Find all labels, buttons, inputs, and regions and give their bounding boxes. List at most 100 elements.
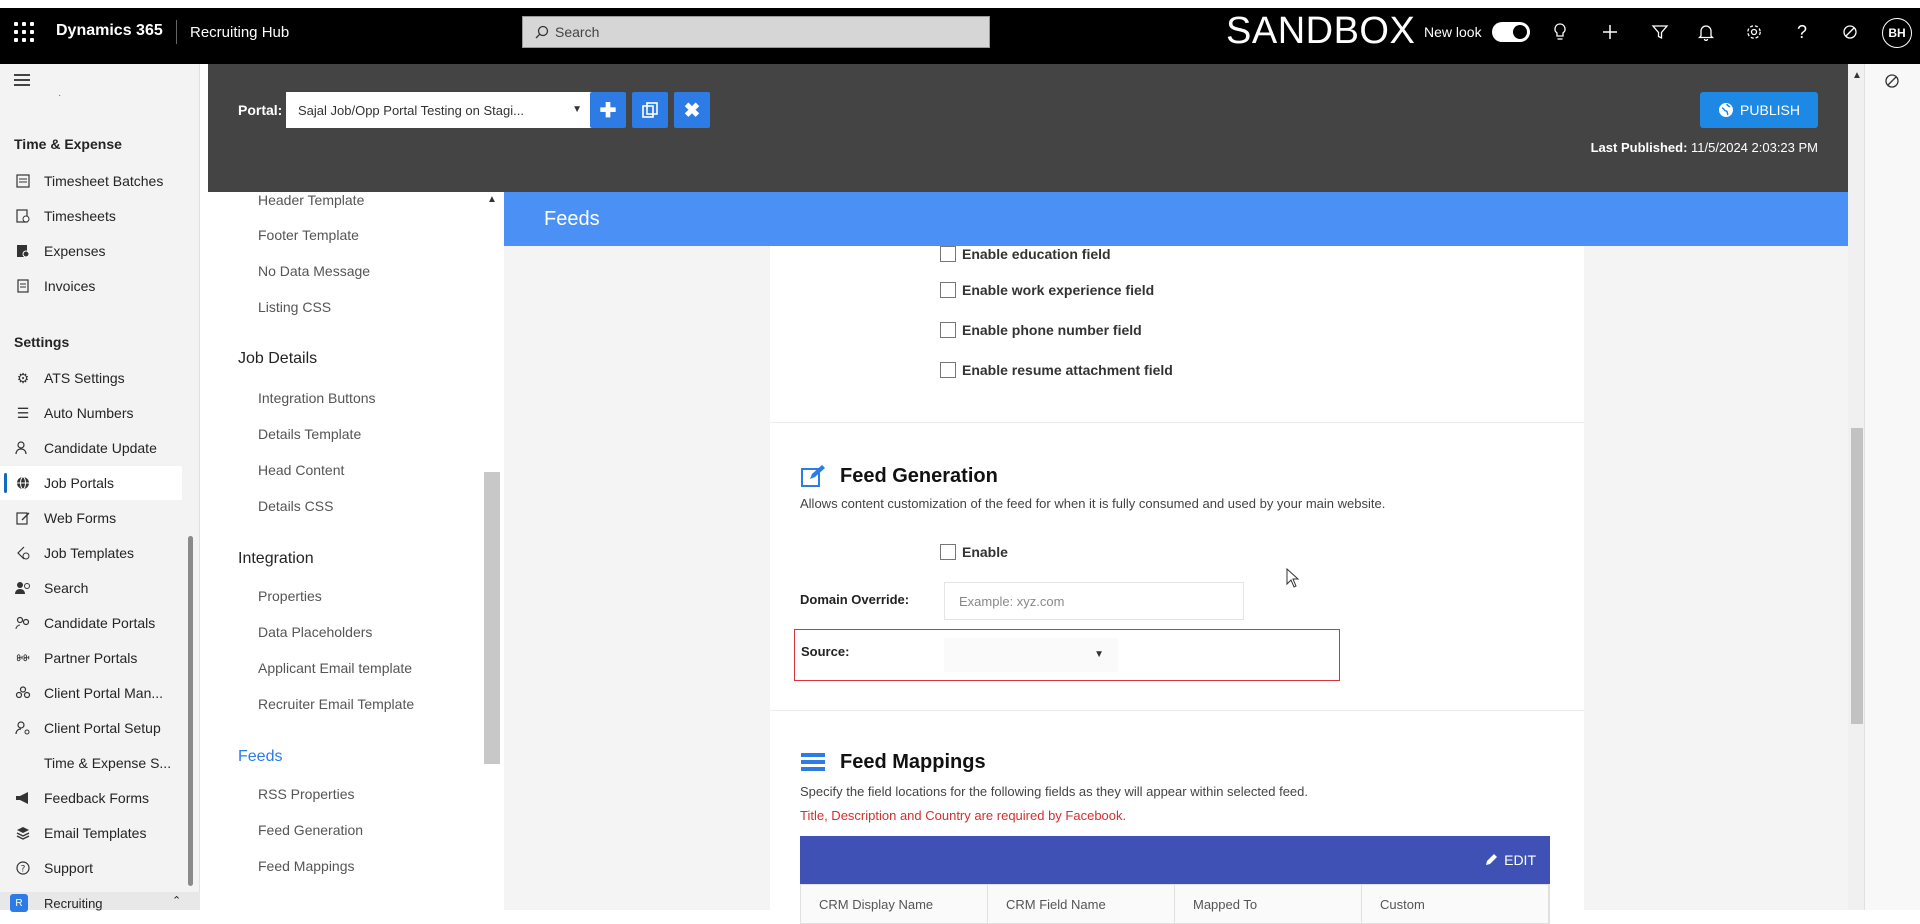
gear-icon[interactable]: [1742, 20, 1766, 44]
feed-generation-title: Feed Generation: [840, 464, 998, 487]
scroll-up-arrow-icon[interactable]: ▲: [487, 194, 497, 205]
nav-scrollbar[interactable]: [188, 536, 193, 886]
nav-item-web-forms[interactable]: Web Forms: [0, 501, 182, 535]
nav-item-label: Time & Expense S...: [44, 755, 172, 771]
nav-item-job-templates[interactable]: Job Templates: [0, 536, 182, 570]
lightbulb-icon[interactable]: [1548, 20, 1572, 44]
side-link-properties[interactable]: Properties: [258, 588, 322, 604]
copilot-icon[interactable]: [1838, 20, 1862, 44]
publish-button[interactable]: PUBLISH: [1700, 92, 1818, 128]
nav-item-client-portal-setup[interactable]: Client Portal Setup: [0, 711, 182, 745]
side-link-rss-properties[interactable]: RSS Properties: [258, 786, 354, 802]
bell-icon[interactable]: [1694, 20, 1718, 44]
column-crm-display-name[interactable]: CRM Display Name: [801, 885, 988, 923]
side-link-no-data-message[interactable]: No Data Message: [258, 263, 370, 279]
mappings-table-columns: CRM Display Name CRM Field Name Mapped T…: [800, 884, 1550, 924]
nav-item-ats-settings[interactable]: ⚙ ATS Settings: [0, 361, 182, 395]
side-pane-rail: [1864, 64, 1920, 910]
nav-group-settings: Settings: [14, 334, 70, 350]
nav-item-feedback-forms[interactable]: Feedback Forms: [0, 781, 182, 815]
area-label: Recruiting: [44, 896, 103, 911]
checkbox-box[interactable]: [940, 246, 956, 262]
blank-icon: [14, 754, 32, 772]
column-custom[interactable]: Custom: [1362, 885, 1549, 923]
nav-item-time-expense-settings[interactable]: Time & Expense S...: [0, 746, 182, 780]
nav-item-label: Timesheet Batches: [44, 173, 164, 189]
side-scrollbar-thumb[interactable]: [484, 472, 500, 764]
nav-item-partner-portals[interactable]: ꔬꔬ Partner Portals: [0, 641, 182, 675]
search-box[interactable]: Search: [522, 16, 990, 48]
edit-button[interactable]: EDIT: [1484, 852, 1536, 868]
scroll-up-arrow-icon[interactable]: ▲: [1852, 70, 1862, 81]
checkbox-box[interactable]: [940, 282, 956, 298]
checkbox-enable-education[interactable]: Enable education field: [940, 246, 1111, 262]
batch-icon: [14, 172, 32, 190]
nav-item-support[interactable]: ? Support: [0, 851, 182, 885]
filter-icon[interactable]: [1648, 20, 1672, 44]
side-link-details-css[interactable]: Details CSS: [258, 498, 333, 514]
side-link-recruiter-email-template[interactable]: Recruiter Email Template: [258, 696, 414, 712]
checkbox-box[interactable]: [940, 544, 956, 560]
page-scrollbar-thumb[interactable]: [1851, 428, 1863, 724]
side-link-footer-template[interactable]: Footer Template: [258, 227, 359, 243]
source-select[interactable]: ▼: [944, 638, 1118, 672]
checkbox-label: Enable resume attachment field: [962, 362, 1173, 378]
nav-item-email-templates[interactable]: Email Templates: [0, 816, 182, 850]
portal-select[interactable]: Sajal Job/Opp Portal Testing on Stagi...…: [286, 92, 594, 128]
numbered-list-icon: ☰: [16, 404, 30, 421]
side-link-feed-generation[interactable]: Feed Generation: [258, 822, 363, 838]
template-icon: [14, 544, 32, 562]
checkbox-enable-feed-generation[interactable]: Enable: [940, 544, 1008, 560]
section-divider: [770, 710, 1584, 711]
side-link-header-template[interactable]: Header Template: [258, 192, 364, 208]
side-link-applicant-email-template[interactable]: Applicant Email template: [258, 660, 412, 676]
side-link-listing-css[interactable]: Listing CSS: [258, 299, 331, 315]
plus-icon[interactable]: [1598, 20, 1622, 44]
checkbox-enable-work-experience[interactable]: Enable work experience field: [940, 282, 1154, 298]
add-portal-button[interactable]: ✚: [590, 92, 626, 128]
nav-item-candidate-update[interactable]: Candidate Update: [0, 431, 182, 465]
side-head-integration[interactable]: Integration: [238, 550, 314, 568]
checkbox-enable-phone[interactable]: Enable phone number field: [940, 322, 1142, 338]
svg-text:?: ?: [21, 865, 26, 875]
app-launcher-icon[interactable]: [12, 20, 36, 44]
nav-item-auto-numbers[interactable]: ☰ Auto Numbers: [0, 396, 182, 430]
help-icon[interactable]: ?: [1790, 20, 1814, 44]
copilot-icon[interactable]: [1883, 72, 1901, 90]
avatar[interactable]: BH: [1882, 18, 1912, 48]
area-switcher[interactable]: R Recruiting ⌃: [0, 892, 200, 912]
nav-item-invoices[interactable]: Invoices: [0, 269, 182, 303]
nav-item-search[interactable]: Search: [0, 571, 182, 605]
side-link-head-content[interactable]: Head Content: [258, 462, 344, 478]
side-link-data-placeholders[interactable]: Data Placeholders: [258, 624, 372, 640]
checkbox-enable-resume[interactable]: Enable resume attachment field: [940, 362, 1173, 378]
side-head-feeds[interactable]: Feeds: [238, 748, 282, 766]
nav-item-timesheets[interactable]: Timesheets: [0, 199, 182, 233]
section-divider: [770, 422, 1584, 423]
nav-item-client-portal-management[interactable]: Client Portal Man...: [0, 676, 182, 710]
copy-portal-button[interactable]: [632, 92, 668, 128]
brand-title[interactable]: Dynamics 365: [56, 22, 163, 40]
checkbox-box[interactable]: [940, 362, 956, 378]
side-link-integration-buttons[interactable]: Integration Buttons: [258, 390, 376, 406]
plus-icon: ✚: [599, 99, 617, 122]
app-name[interactable]: Recruiting Hub: [190, 24, 289, 41]
column-crm-field-name[interactable]: CRM Field Name: [988, 885, 1175, 923]
delete-portal-button[interactable]: ✖: [674, 92, 710, 128]
column-mapped-to[interactable]: Mapped To: [1175, 885, 1362, 923]
side-link-feed-mappings[interactable]: Feed Mappings: [258, 858, 355, 874]
side-link-details-template[interactable]: Details Template: [258, 426, 361, 442]
checkbox-box[interactable]: [940, 322, 956, 338]
nav-item-timesheet-batches[interactable]: Timesheet Batches: [0, 164, 182, 198]
last-published-label: Last Published:: [1590, 140, 1688, 155]
feed-generation-description: Allows content customization of the feed…: [800, 496, 1386, 511]
checkbox-label: Enable: [962, 544, 1008, 560]
new-look-toggle[interactable]: [1492, 22, 1530, 42]
nav-item-job-portals[interactable]: Job Portals: [0, 466, 182, 500]
side-head-job-details[interactable]: Job Details: [238, 350, 317, 368]
hamburger-menu-icon[interactable]: [14, 74, 30, 89]
nav-item-label: Job Portals: [44, 475, 115, 491]
nav-item-candidate-portals[interactable]: Candidate Portals: [0, 606, 182, 640]
nav-item-expenses[interactable]: Expenses: [0, 234, 182, 268]
domain-override-input[interactable]: Example: xyz.com: [944, 582, 1244, 620]
